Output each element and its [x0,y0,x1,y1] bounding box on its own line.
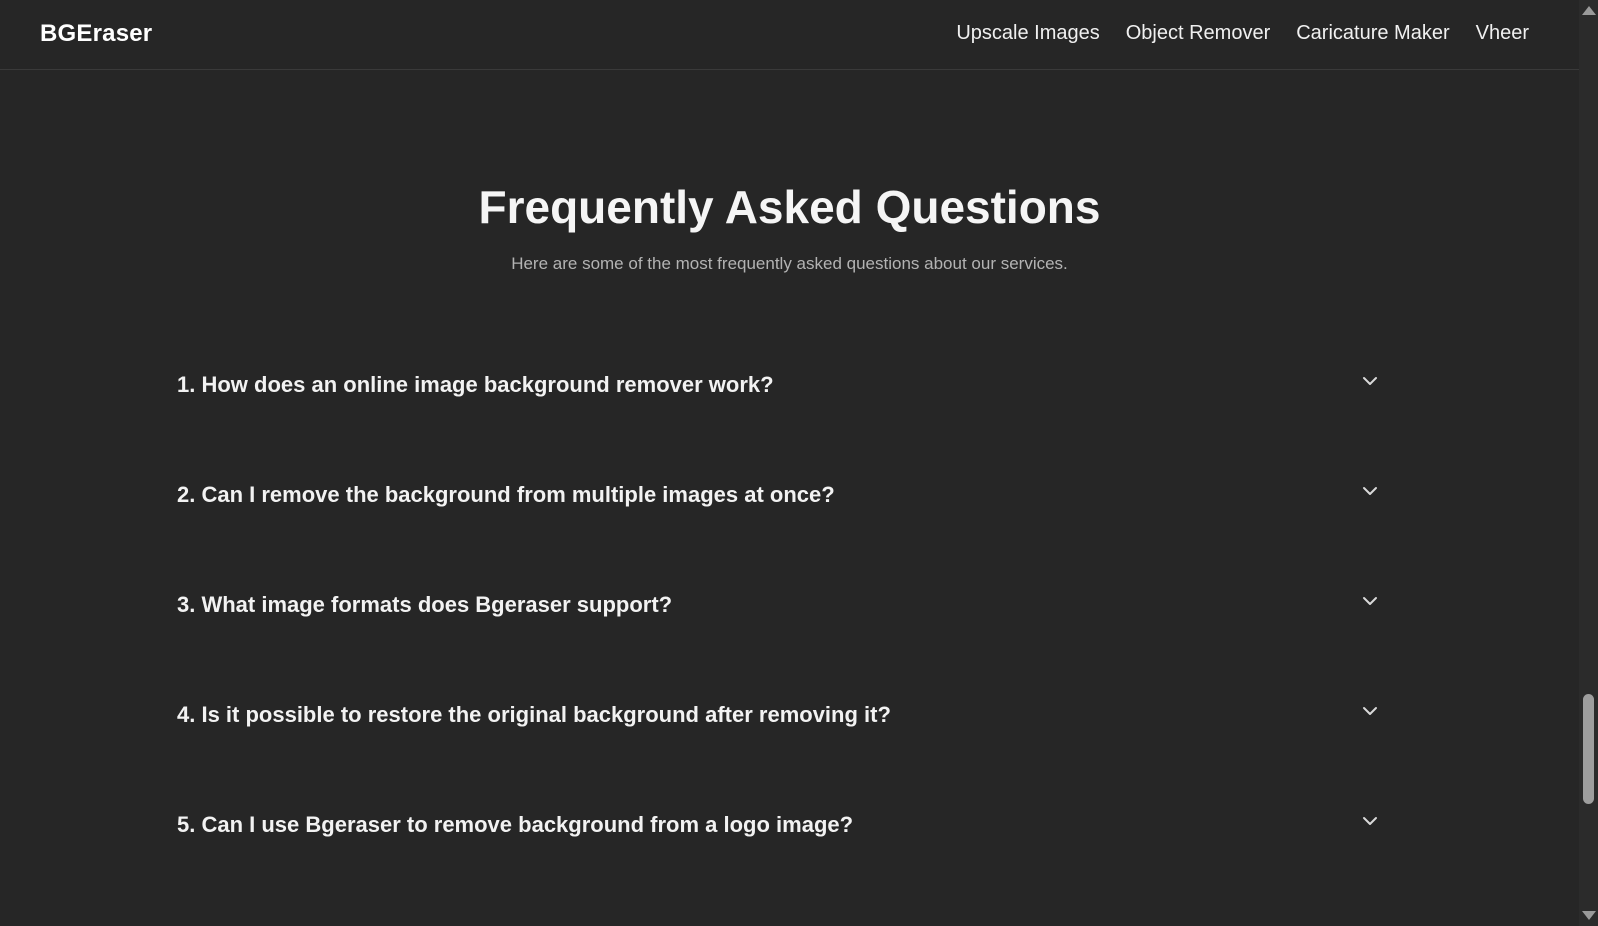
nav-link-vheer[interactable]: Vheer [1476,22,1529,45]
faq-subtitle: Here are some of the most frequently ask… [511,254,1068,273]
chevron-down-icon[interactable] [1361,372,1379,390]
vertical-scrollbar[interactable] [1579,0,1598,926]
faq-item-5[interactable]: 5. Can I use Bgeraser to remove backgrou… [177,770,1399,880]
nav-link-upscale-images[interactable]: Upscale Images [956,22,1099,45]
faq-question: 5. Can I use Bgeraser to remove backgrou… [177,812,854,837]
scroll-up-arrow-icon[interactable] [1582,6,1596,15]
brand-logo-link[interactable]: BGEraser [40,20,152,48]
browser-viewport: BGEraser Upscale Images Object Remover C… [0,0,1579,926]
nav-links: Upscale Images Object Remover Caricature… [956,22,1529,45]
faq-item-3[interactable]: 3. What image formats does Bgeraser supp… [177,550,1399,660]
faq-item-4[interactable]: 4. Is it possible to restore the origina… [177,660,1399,770]
faq-item-2[interactable]: 2. Can I remove the background from mult… [177,440,1399,550]
top-navbar: BGEraser Upscale Images Object Remover C… [0,0,1579,70]
nav-link-object-remover[interactable]: Object Remover [1126,22,1271,45]
faq-question: 1. How does an online image background r… [177,372,774,397]
faq-question: 3. What image formats does Bgeraser supp… [177,592,673,617]
faq-list: 1. How does an online image background r… [177,330,1399,880]
faq-question: 4. Is it possible to restore the origina… [177,702,891,727]
scrollbar-thumb[interactable] [1583,694,1594,804]
nav-link-caricature-maker[interactable]: Caricature Maker [1296,22,1449,45]
chevron-down-icon[interactable] [1361,482,1379,500]
scroll-down-arrow-icon[interactable] [1582,911,1596,920]
faq-heading: Frequently Asked Questions [478,181,1101,233]
chevron-down-icon[interactable] [1361,812,1379,830]
page: BGEraser Upscale Images Object Remover C… [0,0,1598,926]
chevron-down-icon[interactable] [1361,702,1379,720]
faq-question: 2. Can I remove the background from mult… [177,482,835,507]
faq-item-1[interactable]: 1. How does an online image background r… [177,330,1399,440]
chevron-down-icon[interactable] [1361,592,1379,610]
